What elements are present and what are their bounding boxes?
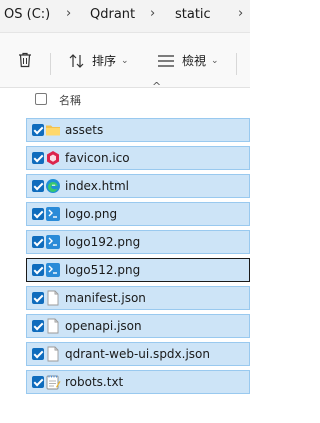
row-checkbox[interactable] xyxy=(32,208,44,220)
toolbar-divider xyxy=(236,53,237,75)
file-name: qdrant-web-ui.spdx.json xyxy=(65,347,210,361)
row-checkbox[interactable] xyxy=(32,348,44,360)
view-list-icon xyxy=(158,54,174,67)
file-name: robots.txt xyxy=(65,375,124,389)
column-header: 名稱 ^ xyxy=(0,80,250,110)
file-icon xyxy=(47,318,59,334)
row-checkbox[interactable] xyxy=(32,152,44,164)
image-icon xyxy=(46,263,60,277)
command-bar: 排序 ⌄ 檢視 ⌄ xyxy=(0,33,250,88)
sort-icon xyxy=(69,53,84,68)
image-icon xyxy=(46,235,60,249)
file-name: logo512.png xyxy=(65,263,141,277)
trash-icon xyxy=(19,52,31,68)
file-name: favicon.ico xyxy=(65,151,130,165)
breadcrumb-item-static[interactable]: static xyxy=(175,7,211,22)
row-checkbox[interactable] xyxy=(32,264,44,276)
file-name: logo.png xyxy=(65,207,118,221)
edge-icon xyxy=(46,179,60,193)
toolbar-divider xyxy=(50,53,51,75)
file-row[interactable]: logo512.png xyxy=(26,258,250,282)
file-name: logo192.png xyxy=(65,235,141,249)
row-checkbox[interactable] xyxy=(32,124,44,136)
notepad-icon xyxy=(46,375,61,390)
file-row[interactable]: qdrant-web-ui.spdx.json xyxy=(26,342,250,366)
file-name: openapi.json xyxy=(65,319,142,333)
view-label: 檢視 xyxy=(182,54,207,68)
row-checkbox[interactable] xyxy=(32,320,44,332)
row-checkbox[interactable] xyxy=(32,180,44,192)
select-all-checkbox[interactable] xyxy=(35,93,47,105)
column-header-name[interactable]: 名稱 xyxy=(59,92,81,108)
row-checkbox[interactable] xyxy=(32,376,44,388)
file-row[interactable]: openapi.json xyxy=(26,314,250,338)
file-row[interactable]: logo.png xyxy=(26,202,250,226)
file-name: assets xyxy=(65,123,104,137)
file-icon xyxy=(47,346,59,362)
chevron-down-icon: ⌄ xyxy=(211,55,219,66)
breadcrumb: OS (C:) › Qdrant › static › xyxy=(0,0,250,32)
file-row[interactable]: robots.txt xyxy=(26,370,250,394)
file-icon xyxy=(47,290,59,306)
sort-ascending-icon: ^ xyxy=(152,80,162,93)
qdrant-icon xyxy=(47,151,59,165)
file-row[interactable]: manifest.json xyxy=(26,286,250,310)
chevron-down-icon: ⌄ xyxy=(121,55,129,66)
file-row[interactable]: index.html xyxy=(26,174,250,198)
chevron-right-icon[interactable]: › xyxy=(238,6,243,21)
chevron-right-icon[interactable]: › xyxy=(66,6,71,21)
breadcrumb-item-drive[interactable]: OS (C:) xyxy=(4,7,50,22)
file-row[interactable]: logo192.png xyxy=(26,230,250,254)
file-row[interactable]: assets xyxy=(26,118,250,142)
folder-icon xyxy=(46,125,60,136)
chevron-right-icon[interactable]: › xyxy=(150,6,155,21)
view-button[interactable]: 檢視 ⌄ xyxy=(157,52,219,69)
row-checkbox[interactable] xyxy=(32,292,44,304)
file-name: manifest.json xyxy=(65,291,146,305)
delete-button[interactable] xyxy=(16,51,34,69)
file-row[interactable]: favicon.ico xyxy=(26,146,250,170)
sort-label: 排序 xyxy=(92,54,117,68)
image-icon xyxy=(46,207,60,221)
file-name: index.html xyxy=(65,179,129,193)
breadcrumb-item-qdrant[interactable]: Qdrant xyxy=(90,7,135,22)
row-checkbox[interactable] xyxy=(32,236,44,248)
sort-button[interactable]: 排序 ⌄ xyxy=(68,52,129,69)
